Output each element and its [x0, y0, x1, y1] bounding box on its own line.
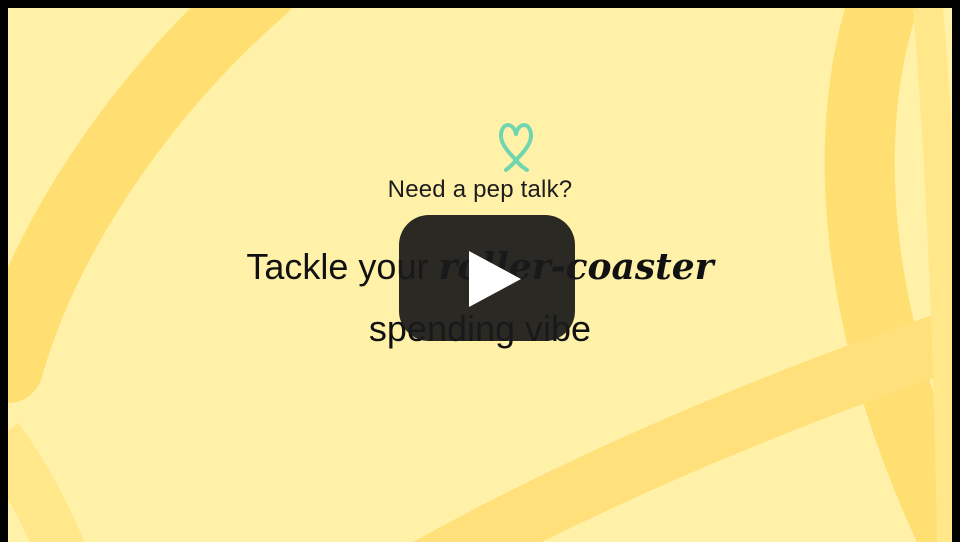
- pep-talk-title: Need a pep talk?: [387, 176, 573, 203]
- heart-icon: [499, 123, 533, 172]
- video-player[interactable]: Need a pep talk? Tackle your roller-coas…: [8, 8, 952, 542]
- play-button[interactable]: [399, 215, 575, 341]
